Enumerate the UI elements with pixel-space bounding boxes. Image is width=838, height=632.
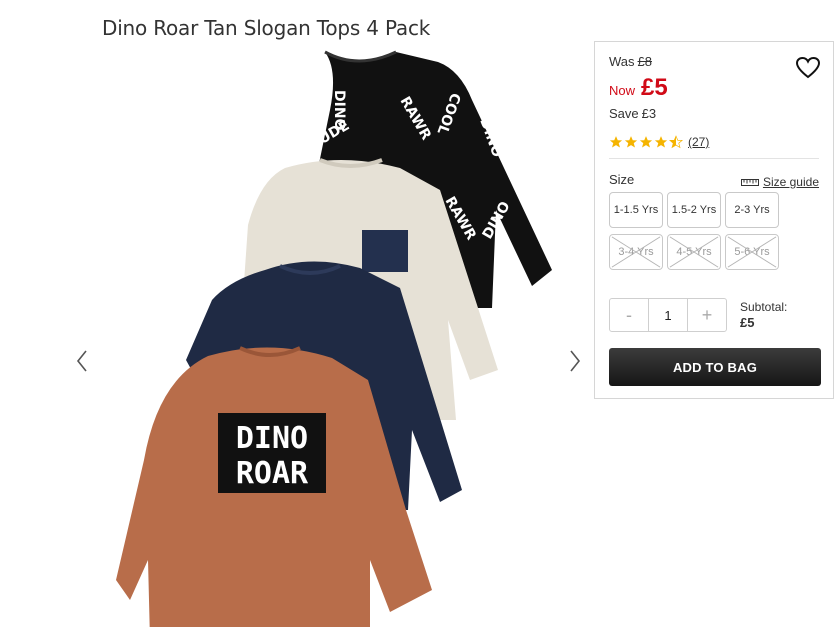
purchase-panel: Was £8 Now £5 Save £3 (27) Size Size guide	[594, 41, 834, 399]
size-option[interactable]: 1.5-2 Yrs	[667, 192, 721, 228]
size-option-unavailable[interactable]: 5-6 Yrs	[725, 234, 779, 270]
size-options: 1-1.5 Yrs 1.5-2 Yrs 2-3 Yrs 3-4 Yrs 4-5 …	[609, 192, 823, 270]
previous-image-button[interactable]	[70, 343, 94, 379]
size-label: Size	[609, 172, 635, 187]
size-option-label: 1-1.5 Yrs	[613, 204, 659, 216]
star-icon	[654, 136, 668, 148]
review-count-link[interactable]: (27)	[688, 135, 709, 149]
size-option-label: 2-3 Yrs	[734, 204, 770, 216]
quantity-stepper: - 1 +	[609, 298, 727, 332]
half-star-icon	[669, 135, 683, 149]
price-block: Was £8 Now £5 Save £3	[609, 54, 668, 121]
star-icon	[639, 136, 653, 148]
size-option-unavailable[interactable]: 4-5 Yrs	[667, 234, 721, 270]
star-icon	[609, 136, 623, 148]
product-title: Dino Roar Tan Slogan Tops 4 Pack	[102, 16, 431, 41]
increase-quantity-button[interactable]: +	[688, 299, 726, 331]
cross-out-icon	[669, 236, 719, 268]
size-option[interactable]: 1-1.5 Yrs	[609, 192, 663, 228]
product-photo: DINO RAWR COOL DUDE RAWR DINO COOL DINO	[116, 50, 552, 632]
black-word-7: COOL	[507, 294, 530, 339]
now-price: £5	[641, 74, 668, 101]
size-option-unavailable[interactable]: 3-4 Yrs	[609, 234, 663, 270]
ruler-icon	[740, 179, 759, 186]
tan-print-line2: ROAR	[236, 456, 309, 491]
now-label: Now	[609, 83, 636, 98]
size-guide-link[interactable]: Size guide	[740, 175, 819, 189]
favourite-button[interactable]	[795, 55, 821, 81]
save-amount: £3	[641, 106, 657, 121]
add-to-bag-button[interactable]: ADD TO BAG	[609, 348, 821, 386]
chevron-left-icon	[76, 350, 87, 372]
quantity-input[interactable]: 1	[648, 299, 688, 331]
next-image-button[interactable]	[563, 343, 587, 379]
cross-out-icon	[611, 236, 661, 268]
tan-print-line1: DINO	[236, 421, 308, 456]
subtotal-label: Subtotal:	[740, 300, 788, 314]
now-price-row: Now £5	[609, 74, 668, 104]
subtotal: Subtotal: £5	[740, 299, 787, 331]
subtotal-amount: £5	[740, 315, 755, 330]
product-image[interactable]: DINO RAWR COOL DUDE RAWR DINO COOL DINO	[100, 40, 560, 632]
size-option[interactable]: 2-3 Yrs	[725, 192, 779, 228]
rating: (27)	[609, 135, 709, 149]
size-guide-label: Size guide	[762, 175, 819, 189]
save-label: Save	[609, 106, 639, 121]
heart-icon	[795, 56, 821, 79]
was-label: Was	[609, 54, 635, 69]
divider	[609, 158, 819, 159]
was-price: £8	[637, 54, 652, 69]
cross-out-icon	[727, 236, 777, 268]
was-price-row: Was £8	[609, 54, 668, 72]
chevron-right-icon	[570, 350, 581, 372]
star-icon	[624, 136, 638, 148]
size-option-label: 1.5-2 Yrs	[671, 204, 717, 216]
save-row: Save £3	[609, 106, 668, 121]
decrease-quantity-button[interactable]: -	[610, 299, 648, 331]
